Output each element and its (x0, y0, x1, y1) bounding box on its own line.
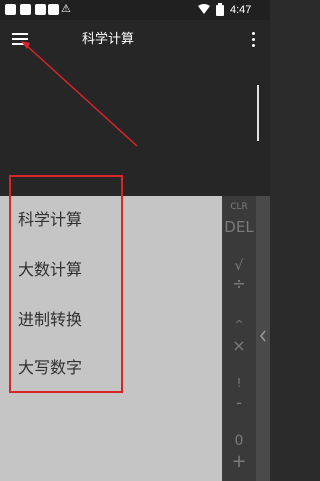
key-divide[interactable]: ÷ (222, 274, 256, 293)
more-vert-icon[interactable] (250, 31, 258, 49)
text-cursor (257, 85, 259, 141)
app-title: 科学计算 (82, 32, 135, 47)
keypad-column: CLR DEL √ ÷ ^ × ! - 0 + (222, 196, 256, 481)
key-multiply[interactable]: × (222, 336, 256, 355)
wifi-icon (198, 4, 210, 14)
warning-icon: ⚠ (61, 2, 71, 15)
key-minus[interactable]: - (222, 393, 256, 412)
notification-icon (48, 4, 59, 15)
annotation-box (9, 175, 123, 393)
hamburger-menu-icon[interactable] (12, 33, 30, 47)
key-factorial[interactable]: ! (222, 376, 256, 390)
notification-icon (20, 4, 31, 15)
status-bar: ⚠ 4:47 (0, 0, 270, 20)
key-delete[interactable]: DEL (222, 218, 256, 236)
key-clear[interactable]: CLR (222, 202, 256, 212)
status-time: 4:47 (230, 4, 252, 16)
key-sqrt[interactable]: √ (222, 258, 256, 274)
key-power[interactable]: ^ (222, 318, 256, 331)
app-bar: 科学计算 (0, 20, 270, 60)
notification-icon (5, 4, 16, 15)
key-plus[interactable]: + (222, 451, 256, 472)
notification-icon (35, 4, 46, 15)
key-zero[interactable]: 0 (222, 433, 256, 449)
chevron-left-icon (260, 330, 266, 342)
battery-icon (216, 3, 224, 16)
panel-handle[interactable] (256, 196, 270, 481)
